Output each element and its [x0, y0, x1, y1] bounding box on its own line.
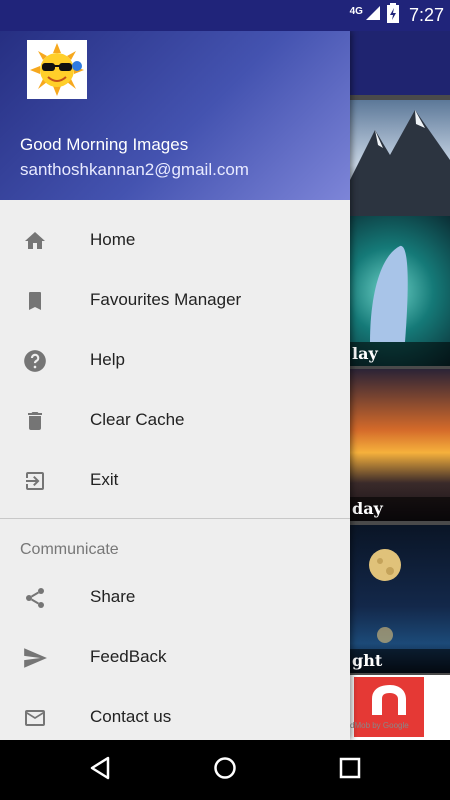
status-icons: 4G 7:27 [350, 0, 444, 31]
status-bar: 4G 7:27 [0, 0, 450, 31]
signal-icon [365, 5, 381, 26]
menu-item-label: Contact us [90, 707, 172, 726]
drawer-header: Good Morning Images santhoshkannan2@gmai… [0, 31, 350, 200]
trash-icon [22, 408, 48, 434]
card-caption: day [350, 497, 450, 521]
menu-item-label: Home [90, 230, 136, 249]
menu-item-share[interactable]: Share [0, 567, 350, 627]
network-type-label: 4G [349, 6, 363, 17]
menu-item-home[interactable]: Home [0, 210, 350, 270]
app-logo [27, 40, 87, 99]
image-card[interactable]: day [350, 369, 450, 521]
menu-item-exit[interactable]: Exit [0, 450, 350, 510]
section-header: Communicate [0, 519, 350, 567]
ad-banner[interactable]: dMob by Google [350, 675, 450, 740]
menu-item-clear-cache[interactable]: Clear Cache [0, 390, 350, 450]
card-caption: ght [350, 649, 450, 673]
clock: 7:27 [408, 5, 444, 25]
home-circle-icon [213, 756, 237, 785]
moon-image [369, 549, 401, 643]
menu-item-label: Exit [90, 470, 119, 489]
menu-item-contact[interactable]: Contact us [0, 687, 350, 740]
ad-text: dMob by Google [350, 721, 409, 730]
image-card[interactable]: lay [350, 216, 450, 366]
mountain-image [350, 110, 450, 221]
recents-button[interactable] [320, 740, 380, 800]
home-icon [22, 228, 48, 254]
menu-item-help[interactable]: Help [0, 330, 350, 390]
menu-item-label: Share [90, 587, 136, 606]
hand-image [370, 245, 408, 342]
help-icon [22, 348, 48, 374]
drawer-title: Good Morning Images [20, 135, 189, 154]
card-caption: lay [350, 342, 450, 366]
recents-icon [339, 757, 361, 784]
image-card[interactable]: ght [350, 525, 450, 673]
back-icon [89, 756, 111, 785]
section-title: Communicate [20, 541, 119, 558]
share-icon [22, 585, 48, 611]
send-icon [22, 645, 48, 671]
back-button[interactable] [70, 740, 130, 800]
home-button[interactable] [195, 740, 255, 800]
mail-icon [22, 705, 48, 731]
menu-item-label: Clear Cache [90, 410, 185, 429]
menu-item-label: FeedBack [90, 647, 167, 666]
menu-item-label: Favourites Manager [90, 290, 242, 309]
menu-item-feedback[interactable]: FeedBack [0, 627, 350, 687]
system-nav-bar [0, 740, 450, 800]
menu-item-favourites[interactable]: Favourites Manager [0, 270, 350, 330]
navigation-drawer: Good Morning Images santhoshkannan2@gmai… [0, 31, 350, 740]
drawer-menu: Home Favourites Manager Help Clear Cache… [0, 210, 350, 740]
bookmark-icon [22, 288, 48, 314]
menu-item-label: Help [90, 350, 125, 369]
battery-icon [386, 3, 399, 28]
account-email: santhoshkannan2@gmail.com [20, 160, 249, 179]
exit-icon [22, 468, 48, 494]
